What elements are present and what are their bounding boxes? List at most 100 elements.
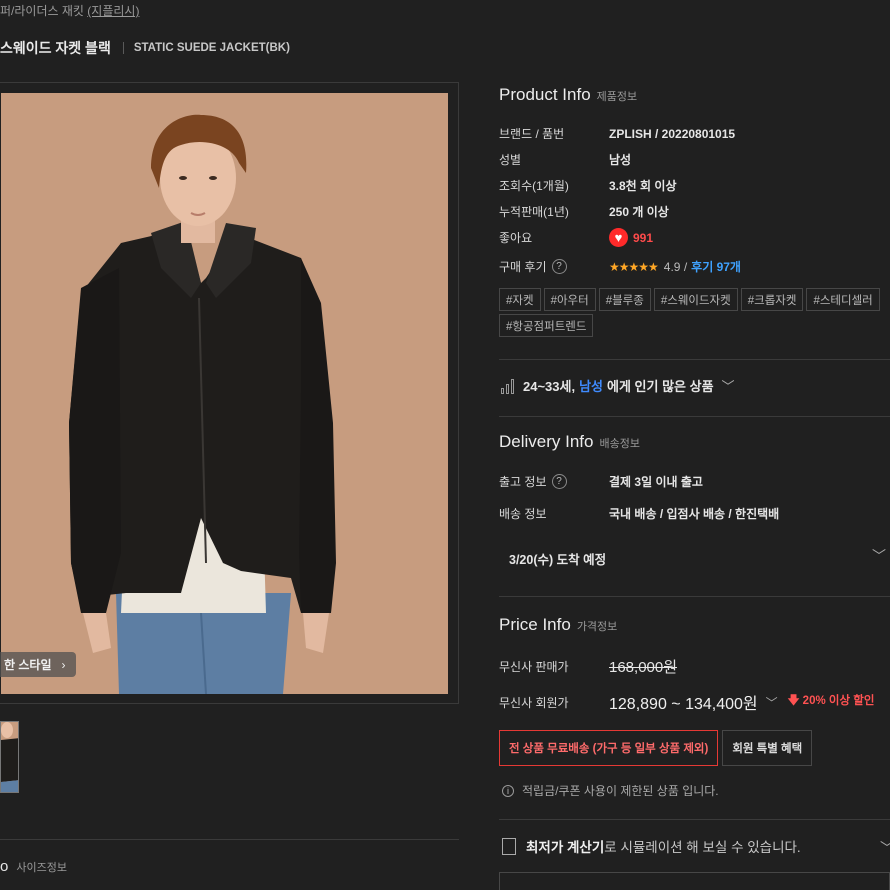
arrival-estimate[interactable]: 3/20(수) 도착 예정 xyxy=(509,549,606,568)
promo-badges: 전 상품 무료배송 (가구 등 일부 상품 제외) 회원 특별 혜택 xyxy=(499,730,813,766)
tag-list: #자켓 #아우터 #블루종 #스웨이드자켓 #크롭자켓 #스테디셀러 #항공점퍼… xyxy=(499,288,890,337)
ship-value: 결제 3일 이내 출고 xyxy=(609,475,703,489)
coupon-restriction-notice: i 적립금/쿠폰 사용이 제한된 상품 입니다. xyxy=(502,782,719,799)
notice-text: 적립금/쿠폰 사용이 제한된 상품 입니다. xyxy=(522,784,719,798)
info-row-likes: 좋아요 ♥ 991 xyxy=(499,228,653,247)
info-row-gender: 성별 남성 xyxy=(499,151,631,168)
gender-value: 남성 xyxy=(609,153,632,167)
discount-badge: 🡇 20% 이상 할인 xyxy=(787,695,875,707)
calculator-icon xyxy=(502,837,516,855)
breadcrumb-category[interactable]: 퍼/라이더스 재킷 xyxy=(0,4,87,18)
price-info-header: Price Info 가격정보 xyxy=(499,615,617,635)
product-info-header: Product Info 제품정보 xyxy=(499,85,637,105)
info-label: 구매 후기 xyxy=(499,260,547,274)
delivery-info-header: Delivery Info 배송정보 xyxy=(499,432,640,452)
tag-item[interactable]: #크롭자켓 xyxy=(740,288,804,311)
info-row-method: 배송 정보 국내 배송 / 입점사 배송 / 한진택배 xyxy=(499,505,779,522)
breadcrumb-brand-link[interactable]: (지플리시) xyxy=(87,4,139,18)
info-row-views: 조회수(1개월) 3.8천 회 이상 xyxy=(499,177,677,194)
help-icon[interactable]: ? xyxy=(551,474,567,489)
calculator-panel xyxy=(499,872,890,890)
product-title-en: STATIC SUEDE JACKET(BK) xyxy=(133,42,290,54)
delivery-info-title: Delivery Info xyxy=(499,432,594,451)
left-divider xyxy=(0,839,459,840)
info-row-reviews: 구매 후기 ? ★★★★★ 4.9 / 후기 97개 xyxy=(499,258,741,275)
review-label-wrap: 구매 후기 ? xyxy=(499,258,609,275)
info-label: 출고 정보 xyxy=(499,475,547,489)
style-snap-label: 한 스타일 xyxy=(4,658,52,672)
product-image-frame xyxy=(0,82,459,704)
popular-age: 24~33세, xyxy=(523,379,576,394)
info-row-brand: 브랜드 / 품번 ZPLISH / 20220801015 xyxy=(499,125,735,142)
info-label: 좋아요 xyxy=(499,231,533,245)
info-row-sales: 누적판매(1년) 250 개 이상 xyxy=(499,203,669,220)
info-label: 조회수(1개월) xyxy=(499,179,569,193)
tag-item[interactable]: #자켓 xyxy=(499,288,541,311)
popular-gender: 남성 xyxy=(579,379,604,394)
delivery-method-value: 국내 배송 / 입점사 배송 / 한진택배 xyxy=(609,507,780,521)
heart-icon: ♥ xyxy=(609,228,628,247)
chevron-down-icon[interactable]: ﹀ xyxy=(880,838,890,858)
model-illustration xyxy=(1,93,448,694)
like-button[interactable]: ♥ 991 xyxy=(609,228,653,247)
price-info-subtitle: 가격정보 xyxy=(576,621,618,633)
likes-count: 991 xyxy=(633,230,654,245)
info-label: 성별 xyxy=(499,153,522,167)
info-row-member-price: 무신사 회원가 128,890 ~ 134,400원 ﹀ 🡇 20% 이상 할인 xyxy=(499,690,874,714)
chevron-down-icon: ﹀ xyxy=(721,379,735,394)
ship-label-wrap: 출고 정보 ? xyxy=(499,473,609,490)
product-info-title: Product Info xyxy=(499,85,591,104)
section-divider xyxy=(499,416,890,417)
product-thumbnail[interactable] xyxy=(0,721,19,793)
size-info-header: o 사이즈정보 xyxy=(0,858,67,875)
rating-value: 4.9 / xyxy=(663,259,688,274)
info-icon: i xyxy=(502,784,514,797)
title-divider xyxy=(122,42,124,54)
sales-value: 250 개 이상 xyxy=(609,205,669,219)
help-icon[interactable]: ? xyxy=(551,259,567,274)
lowest-price-calculator-toggle[interactable]: 최저가 계산기 로 시뮬레이션 해 보실 수 있습니다. xyxy=(502,836,801,856)
popular-suffix: 에게 인기 많은 상품 xyxy=(607,379,714,394)
star-rating-icon: ★★★★★ xyxy=(609,259,659,274)
tag-item[interactable]: #스웨이드자켓 xyxy=(653,288,738,311)
info-label: 배송 정보 xyxy=(499,507,547,521)
chevron-down-icon[interactable]: ﹀ xyxy=(872,546,886,566)
info-row-shipping: 출고 정보 ? 결제 3일 이내 출고 xyxy=(499,473,703,490)
tag-item[interactable]: #아우터 xyxy=(543,288,596,311)
calculator-title: 최저가 계산기 xyxy=(526,840,605,855)
info-row-sale-price: 무신사 판매가 168,000원 xyxy=(499,656,677,677)
info-label: 무신사 판매가 xyxy=(499,660,569,674)
info-label: 누적판매(1년) xyxy=(499,205,569,219)
member-benefit-badge[interactable]: 회원 특별 혜택 xyxy=(722,730,813,766)
product-info-subtitle: 제품정보 xyxy=(596,91,638,103)
review-summary: ★★★★★ 4.9 / 후기 97개 xyxy=(609,258,741,275)
calculator-desc: 로 시뮬레이션 해 보실 수 있습니다. xyxy=(604,840,801,855)
section-divider xyxy=(499,819,890,820)
original-price: 168,000원 xyxy=(609,659,678,676)
popular-demographic-toggle[interactable]: 24~33세, 남성 에게 인기 많은 상품 ﹀ xyxy=(501,376,735,395)
member-price-group[interactable]: 128,890 ~ 134,400원 ﹀ 🡇 20% 이상 할인 xyxy=(609,690,874,714)
section-divider xyxy=(499,596,890,597)
bar-chart-icon xyxy=(501,378,514,394)
product-title-kr: 스웨이드 자켓 블랙 xyxy=(0,40,111,56)
brand-sku-value[interactable]: ZPLISH / 20220801015 xyxy=(609,127,735,141)
tag-item[interactable]: #스테디셀러 xyxy=(806,288,880,311)
info-label: 브랜드 / 품번 xyxy=(499,127,565,141)
thumbnail-illustration xyxy=(1,722,18,792)
tag-item[interactable]: #항공점퍼트렌드 xyxy=(499,314,594,337)
chevron-down-icon: ﹀ xyxy=(765,695,778,710)
product-photo[interactable] xyxy=(1,93,448,694)
delivery-info-subtitle: 배송정보 xyxy=(599,438,640,450)
price-info-title: Price Info xyxy=(499,615,571,634)
size-info-subtitle: 사이즈정보 xyxy=(16,862,67,874)
breadcrumb: 퍼/라이더스 재킷 (지플리시) xyxy=(0,2,139,19)
tag-item[interactable]: #블루종 xyxy=(598,288,651,311)
chevron-right-icon: › xyxy=(61,657,66,672)
free-shipping-badge[interactable]: 전 상품 무료배송 (가구 등 일부 상품 제외) xyxy=(499,730,719,766)
info-label: 무신사 회원가 xyxy=(499,695,569,710)
size-info-title: o xyxy=(0,858,9,875)
review-count-link[interactable]: 후기 97개 xyxy=(691,258,741,275)
views-value: 3.8천 회 이상 xyxy=(609,179,677,193)
style-snap-button[interactable]: 한 스타일 › xyxy=(0,652,76,677)
section-divider xyxy=(499,359,890,360)
